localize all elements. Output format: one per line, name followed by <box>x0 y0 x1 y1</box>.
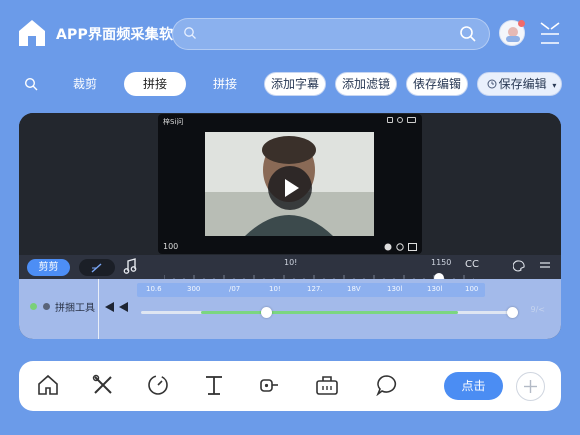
track-label: 拼捆工具 <box>55 303 95 314</box>
track-area: 10.6 300 /07 10! 127. 18V 130l 130l 100 … <box>19 279 561 339</box>
track-end-label: 9/< <box>530 305 546 314</box>
preview-controls <box>384 243 417 251</box>
click-cta-button[interactable]: 点击 <box>444 372 503 400</box>
timecode-strip: 10.6 300 /07 10! 127. 18V 130l 130l 100 <box>137 283 485 297</box>
tools-icon[interactable] <box>92 374 114 396</box>
search-submit-icon[interactable] <box>459 25 477 43</box>
timecode-label: 10.6 <box>146 285 162 293</box>
timecode-label: 127. <box>307 285 323 293</box>
info-icon[interactable] <box>396 243 404 251</box>
track-status-dot-gray <box>43 303 50 310</box>
notification-dot <box>518 20 525 27</box>
search-bar[interactable] <box>172 18 490 50</box>
avatar[interactable] <box>499 20 525 46</box>
bottom-dock: 点击 <box>19 361 561 411</box>
toolbar-search-icon[interactable] <box>24 77 38 91</box>
edit-toolbar: 裁剪 拼接 拼接 添加字幕 添加滤镜 俵存编镯 保存编辑 ▾ <box>0 70 580 100</box>
menu-icon[interactable] <box>539 21 561 47</box>
timeline-marker-right: 1150 <box>431 258 452 267</box>
window-square-icon[interactable] <box>387 117 393 123</box>
chat-icon[interactable] <box>376 374 398 396</box>
preview-title: 梓Si问 <box>163 118 184 126</box>
top-bar: APP界面频采集软 <box>0 0 580 66</box>
timeline-marker-left: 10! <box>284 258 298 267</box>
video-editor-panel: 梓Si问 100 剪剪 10! 1150 CC 10.6 300 /07 10!… <box>19 113 561 339</box>
search-icon <box>184 27 196 39</box>
clock-icon <box>487 79 497 89</box>
speed-dial-icon[interactable] <box>147 374 169 396</box>
add-filter-button[interactable]: 添加滤镜 <box>335 72 397 96</box>
timecode-label: /07 <box>229 285 241 293</box>
timeline-fx-tab[interactable] <box>79 259 115 276</box>
app-title: APP界面频采集软 <box>56 27 174 43</box>
frame-counter: 100 <box>163 242 179 251</box>
timecode-label: 300 <box>187 285 201 293</box>
chevron-down-icon: ▾ <box>552 81 557 90</box>
preview-area: 梓Si问 100 <box>19 113 561 255</box>
window-box-icon[interactable] <box>407 117 416 123</box>
timecode-label: 130l <box>387 285 403 293</box>
track-progress-slider[interactable] <box>141 307 518 318</box>
add-button[interactable] <box>516 372 545 401</box>
bag-icon[interactable] <box>315 374 339 396</box>
video-preview-window: 梓Si问 100 <box>158 114 422 254</box>
save-edit-button-alt[interactable]: 俵存编镯 <box>406 72 468 96</box>
save-edit-label: 保存编辑 <box>498 77 547 91</box>
window-clock-icon[interactable] <box>397 117 403 123</box>
timeline-cursor-line[interactable] <box>98 279 99 339</box>
music-icon[interactable] <box>123 258 137 274</box>
preview-window-controls <box>387 117 416 123</box>
timeline-cut-tab[interactable]: 剪剪 <box>27 259 70 276</box>
tab-splice[interactable]: 拼接 <box>124 72 186 96</box>
fullscreen-icon[interactable] <box>408 243 417 251</box>
play-button-icon[interactable] <box>268 166 312 210</box>
captions-cc-button[interactable]: CC <box>465 259 479 270</box>
slider-knob-start[interactable] <box>261 307 272 318</box>
home-logo-icon[interactable] <box>16 17 48 49</box>
tab-splice-2[interactable]: 拼接 <box>198 72 252 96</box>
timecode-label: 100 <box>465 285 479 293</box>
tab-crop[interactable]: 裁剪 <box>58 72 112 96</box>
save-edit-dropdown[interactable]: 保存编辑 ▾ <box>477 72 562 96</box>
key-icon[interactable] <box>258 374 280 396</box>
magic-pen-icon <box>91 263 102 273</box>
timecode-label: 10! <box>269 285 281 293</box>
menu-lines-icon[interactable] <box>539 260 551 270</box>
text-icon[interactable] <box>203 374 225 396</box>
plus-icon <box>524 380 537 393</box>
search-input[interactable] <box>203 24 453 44</box>
speed-icon[interactable] <box>384 243 392 251</box>
track-status-dot-green <box>30 303 37 310</box>
progress-fill <box>201 311 458 314</box>
add-subtitle-button[interactable]: 添加字幕 <box>264 72 326 96</box>
timeline-right-icons <box>513 260 551 272</box>
timecode-label: 130l <box>427 285 443 293</box>
home-icon[interactable] <box>37 374 59 396</box>
timecode-label: 18V <box>347 285 361 293</box>
rewind-icon[interactable] <box>105 302 131 312</box>
slider-knob-end[interactable] <box>507 307 518 318</box>
palette-icon[interactable] <box>513 260 525 272</box>
